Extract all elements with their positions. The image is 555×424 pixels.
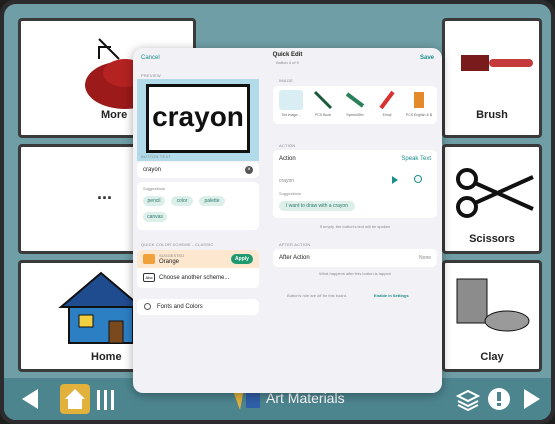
button-text-label: BUTTON TEXT	[141, 154, 171, 159]
modal-header: Cancel Quick Edit Button 4 of 9 Save	[133, 48, 442, 70]
play-icon[interactable]	[392, 176, 398, 184]
ipad-frame: More Brush ... Scissors Home Clay Art Ma…	[0, 0, 555, 424]
modal-subtitle: Button 4 of 9	[276, 60, 299, 65]
action-note: If empty, the button's text will be spok…	[319, 224, 391, 229]
alert-icon[interactable]	[486, 386, 512, 412]
after-action-note: What happens after this button is tapped	[319, 271, 391, 276]
forward-arrow-icon[interactable]	[520, 387, 544, 411]
modal-title: Quick Edit	[272, 52, 303, 58]
ellipsis-text: ...	[97, 183, 113, 203]
pcs-english-option[interactable]	[407, 90, 431, 110]
image-option-label: PCS English & B	[405, 113, 433, 117]
preview-button: crayon	[146, 84, 250, 153]
preview-word: crayon	[152, 101, 244, 132]
image-option-label: Emoji	[382, 113, 392, 117]
image-label: IMAGE	[279, 78, 293, 83]
fonts-colors-row[interactable]: Fonts and Colors	[137, 299, 259, 315]
scissors-icon	[456, 168, 534, 218]
set-image-option[interactable]	[279, 90, 303, 110]
enable-settings-link[interactable]: Enable in Settings	[374, 293, 409, 298]
image-option-label: SymbolStix	[346, 113, 364, 117]
pcs-book-option[interactable]	[311, 90, 335, 110]
tile-label: Brush	[476, 109, 508, 121]
action-input[interactable]: crayon	[279, 178, 294, 184]
symbolstix-option[interactable]	[343, 90, 367, 110]
suggested-label: SUGGESTED	[159, 253, 185, 258]
image-option-label: Set image...	[281, 113, 301, 117]
image-option-label: PCS Book	[314, 113, 332, 117]
crayon-icon	[414, 92, 424, 108]
suggestion-chip[interactable]: canvas	[143, 212, 167, 222]
suggestion-chip[interactable]: color	[171, 196, 193, 206]
apply-button[interactable]: Apply	[231, 254, 253, 264]
gear-icon	[144, 303, 151, 310]
board-screen: More Brush ... Scissors Home Clay Art Ma…	[4, 4, 551, 420]
action-select[interactable]: Speak Text	[385, 156, 431, 162]
action-card: Action Speak Text crayon Suggestions I w…	[273, 150, 437, 218]
brush-icon	[461, 55, 533, 71]
art-tools-icon[interactable]	[94, 386, 118, 412]
color-scheme-label: QUICK COLOR SCHEME - CLASSIC	[141, 242, 214, 247]
orange-swatch	[143, 254, 155, 264]
clear-text-icon[interactable]: ×	[245, 166, 253, 174]
tile-scissors[interactable]: Scissors	[442, 144, 542, 254]
after-action-name: After Action	[279, 255, 310, 261]
suggested-row: SUGGESTED Orange Apply	[137, 250, 259, 268]
color-scheme-card: SUGGESTED Orange Apply Abc Choose anothe…	[137, 250, 259, 288]
quick-edit-modal: Cancel Quick Edit Button 4 of 9 Save PRE…	[133, 48, 442, 393]
action-name: Action	[279, 156, 296, 162]
suggested-value: Orange	[159, 259, 180, 265]
crayon-icon	[313, 90, 333, 110]
tile-brush[interactable]: Brush	[442, 18, 542, 138]
tile-clay[interactable]: Clay	[442, 260, 542, 372]
crayon-icon	[379, 90, 395, 110]
emoji-option[interactable]	[375, 90, 399, 110]
fonts-colors-label: Fonts and Colors	[157, 304, 203, 310]
tile-label: Scissors	[469, 233, 515, 245]
preview-label: PREVIEW	[141, 73, 161, 78]
image-options-card: Set image... PCS Book SymbolStix Emoji P…	[273, 86, 437, 124]
button-text-value: crayon	[143, 167, 162, 173]
home-icon	[65, 389, 85, 409]
suggestions-card: Suggestions pencil color palette canvas	[137, 182, 259, 230]
suggestions-label: Suggestions	[143, 186, 166, 191]
after-action-select[interactable]: None	[383, 255, 431, 261]
clay-icon	[456, 278, 530, 332]
crayon-icon	[345, 92, 365, 108]
after-action-card[interactable]: After Action None	[273, 249, 437, 267]
action-suggestion-chip[interactable]: I want to draw with a crayon	[279, 201, 355, 211]
abc-icon: Abc	[143, 273, 155, 282]
suggestion-chip[interactable]: palette	[199, 196, 225, 206]
layers-icon[interactable]	[456, 388, 480, 412]
tile-label: Clay	[480, 351, 504, 363]
home-button[interactable]	[60, 384, 90, 414]
settings-note: Button's role are off for this board.	[287, 293, 348, 298]
action-suggestions-label: Suggestions	[279, 191, 302, 196]
back-arrow-icon[interactable]	[18, 387, 42, 411]
suggestion-chip[interactable]: pencil	[143, 196, 165, 206]
voice-settings-icon[interactable]	[414, 175, 422, 183]
choose-scheme-link[interactable]: Choose another scheme...	[159, 275, 229, 281]
after-action-label: AFTER ACTION	[279, 242, 311, 247]
save-button[interactable]: Save	[420, 55, 434, 61]
action-label: ACTION	[279, 143, 296, 148]
button-text-field[interactable]: crayon ×	[137, 162, 259, 178]
